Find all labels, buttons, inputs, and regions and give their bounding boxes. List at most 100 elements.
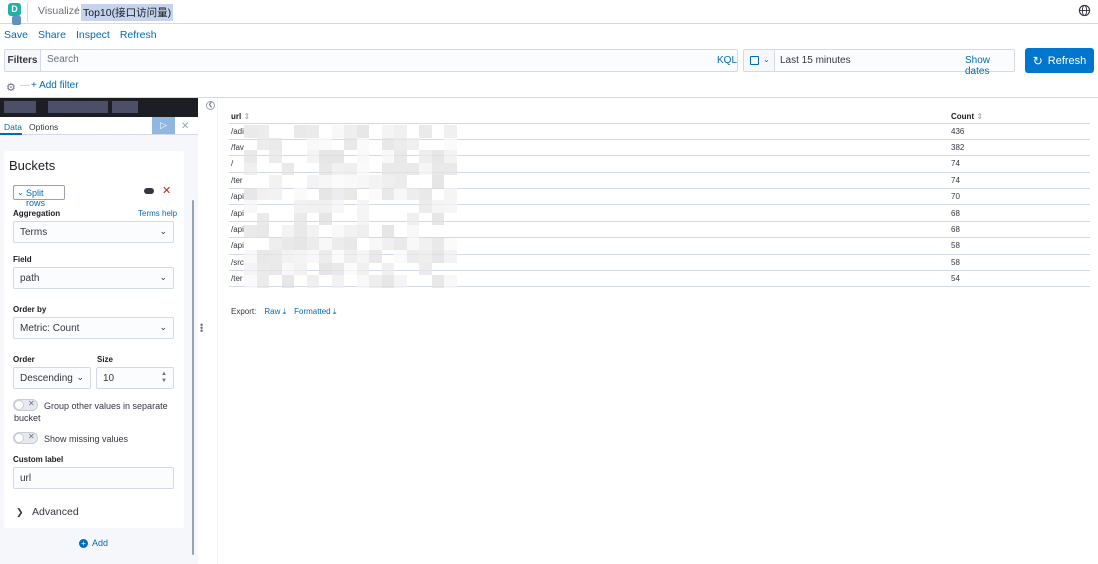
header-divider [27,2,28,22]
cell-count: 74 [949,155,1090,173]
terms-help-link[interactable]: Terms help [138,209,177,218]
app-header: D Visualize / Top10(接口访问量) [0,0,1098,25]
aggregation-select-value: Terms [20,227,48,238]
refresh-button-label: Refresh [1047,54,1087,67]
panel-divider [217,98,218,564]
help-globe-icon[interactable] [1078,4,1091,17]
cell-count: 58 [949,237,1090,255]
top-nav-menu: Save Share Inspect Refresh [4,29,157,43]
refresh-button[interactable]: ↻ Refresh [1025,48,1094,73]
discard-close-icon[interactable]: ✕ [181,121,189,132]
size-label: Size [97,355,114,364]
tab-data[interactable]: Data [4,122,22,132]
order-by-select-value: Metric: Count [20,323,80,334]
size-input[interactable]: 10 ▲ ▼ [96,367,174,389]
panel-title: Buckets [9,158,56,173]
add-button-label: Add [92,538,109,548]
column-header-count[interactable]: Count ⇕ [949,110,1090,124]
export-formatted-link[interactable]: Formatted ⤓ [294,307,336,317]
stepper-arrows-icon[interactable]: ▲ ▼ [161,371,167,385]
add-aggregation-button[interactable]: + Add [79,538,108,548]
sort-icon[interactable]: ⇕ [976,112,983,121]
field-select[interactable]: path ⌄ [13,267,174,289]
table-row: /fav 382 [229,139,1090,157]
cell-url: /api [229,237,949,255]
cell-count: 70 [949,188,1090,206]
apply-changes-button[interactable]: ▷ [152,117,175,134]
cell-count: 382 [949,139,1090,157]
collapse-sidebar-icon[interactable]: ❮ [206,101,215,110]
chevron-down-icon: ⌄ [17,188,24,197]
chevron-down-icon: ⌄ [159,272,167,282]
chevron-down-icon: ⌄ [763,55,770,64]
table-row: /ter 54 [229,270,1090,288]
split-rows-accordion[interactable]: ⌄ Split rows [13,185,65,208]
aggregation-name: Split rows [26,188,46,208]
export-label: Export: [231,307,257,316]
order-by-select[interactable]: Metric: Count ⌄ [13,317,174,339]
table-row: /api 68 [229,221,1090,239]
data-table: url ⇕ Count ⇕ /adi 436 /fav 382 /74 /ter 74… [229,110,1090,288]
tab-options[interactable]: Options [29,122,58,132]
aggregation-select[interactable]: Terms ⌄ [13,221,174,243]
filters-label[interactable]: Filters [5,50,41,71]
cell-url: /src [229,254,949,272]
remove-aggregation-icon[interactable]: ✕ [162,184,171,197]
redacted-block [48,101,108,113]
chevron-right-icon[interactable]: ❯ [16,507,24,518]
switch-knob [14,433,24,443]
breadcrumb-separator: / [75,5,78,17]
table-row: /74 [229,155,1090,173]
kql-toggle[interactable]: KQL [717,55,737,66]
index-pattern-title [0,98,198,117]
search-input[interactable] [47,54,647,65]
menu-inspect[interactable]: Inspect [76,29,110,43]
table-row: /api 58 [229,237,1090,255]
download-icon: ⤓ [282,307,287,316]
date-range-text[interactable]: Last 15 minutes [780,55,851,66]
resize-handle[interactable]: • • • [200,321,203,336]
order-select[interactable]: Descending ⌄ [13,367,91,389]
toggle-aggregation-icon[interactable] [144,188,154,194]
show-dates-link[interactable]: Show dates [965,55,1014,77]
refresh-icon: ↻ [1032,53,1043,68]
tab-active-indicator [0,133,22,135]
cell-url: / [229,155,949,173]
chevron-down-icon: ⌄ [76,372,84,382]
order-by-label: Order by [13,305,47,314]
table-row: /api 68 [229,204,1090,222]
app-logo-icon[interactable] [12,16,21,25]
menu-refresh[interactable]: Refresh [120,29,157,43]
table-row: /adi 436 [229,123,1090,140]
chevron-down-icon: ⌄ [159,226,167,236]
cell-count: 436 [949,123,1090,140]
menu-share[interactable]: Share [38,29,66,43]
show-missing-switch[interactable]: ✕ [13,432,38,444]
switch-off-icon: ✕ [28,432,35,441]
cell-url: /adi [229,123,949,140]
menu-save[interactable]: Save [4,29,28,43]
breadcrumb-current: Top10(接口访问量) [81,4,174,21]
field-label: Field [13,255,32,264]
gear-icon[interactable]: ⚙ [6,81,16,94]
column-header-url[interactable]: url ⇕ [229,110,949,124]
sort-icon[interactable]: ⇕ [243,112,250,121]
order-label: Order [13,355,35,364]
space-avatar[interactable]: D [8,3,21,16]
breadcrumb-visualize[interactable]: Visualize [38,5,80,17]
cell-url: /api [229,221,949,239]
sidebar-scrollbar[interactable] [192,200,194,555]
cell-count: 68 [949,204,1090,222]
advanced-toggle[interactable]: Advanced [32,506,79,518]
add-filter-link[interactable]: + Add filter [31,80,79,91]
cell-count: 68 [949,221,1090,239]
cell-url: /api [229,204,949,222]
quick-select-button[interactable]: ⌄ [744,50,775,71]
export-row: Export: Raw ⤓ Formatted ⤓ [231,307,336,317]
export-raw-link[interactable]: Raw ⤓ [264,307,286,317]
filter-separator: — [20,80,30,91]
cell-url: /api [229,188,949,206]
buckets-panel: Buckets ⌄ Split rows ✕ Aggregation Terms… [4,151,184,528]
custom-label-input[interactable] [13,467,174,489]
cell-count: 54 [949,270,1090,288]
